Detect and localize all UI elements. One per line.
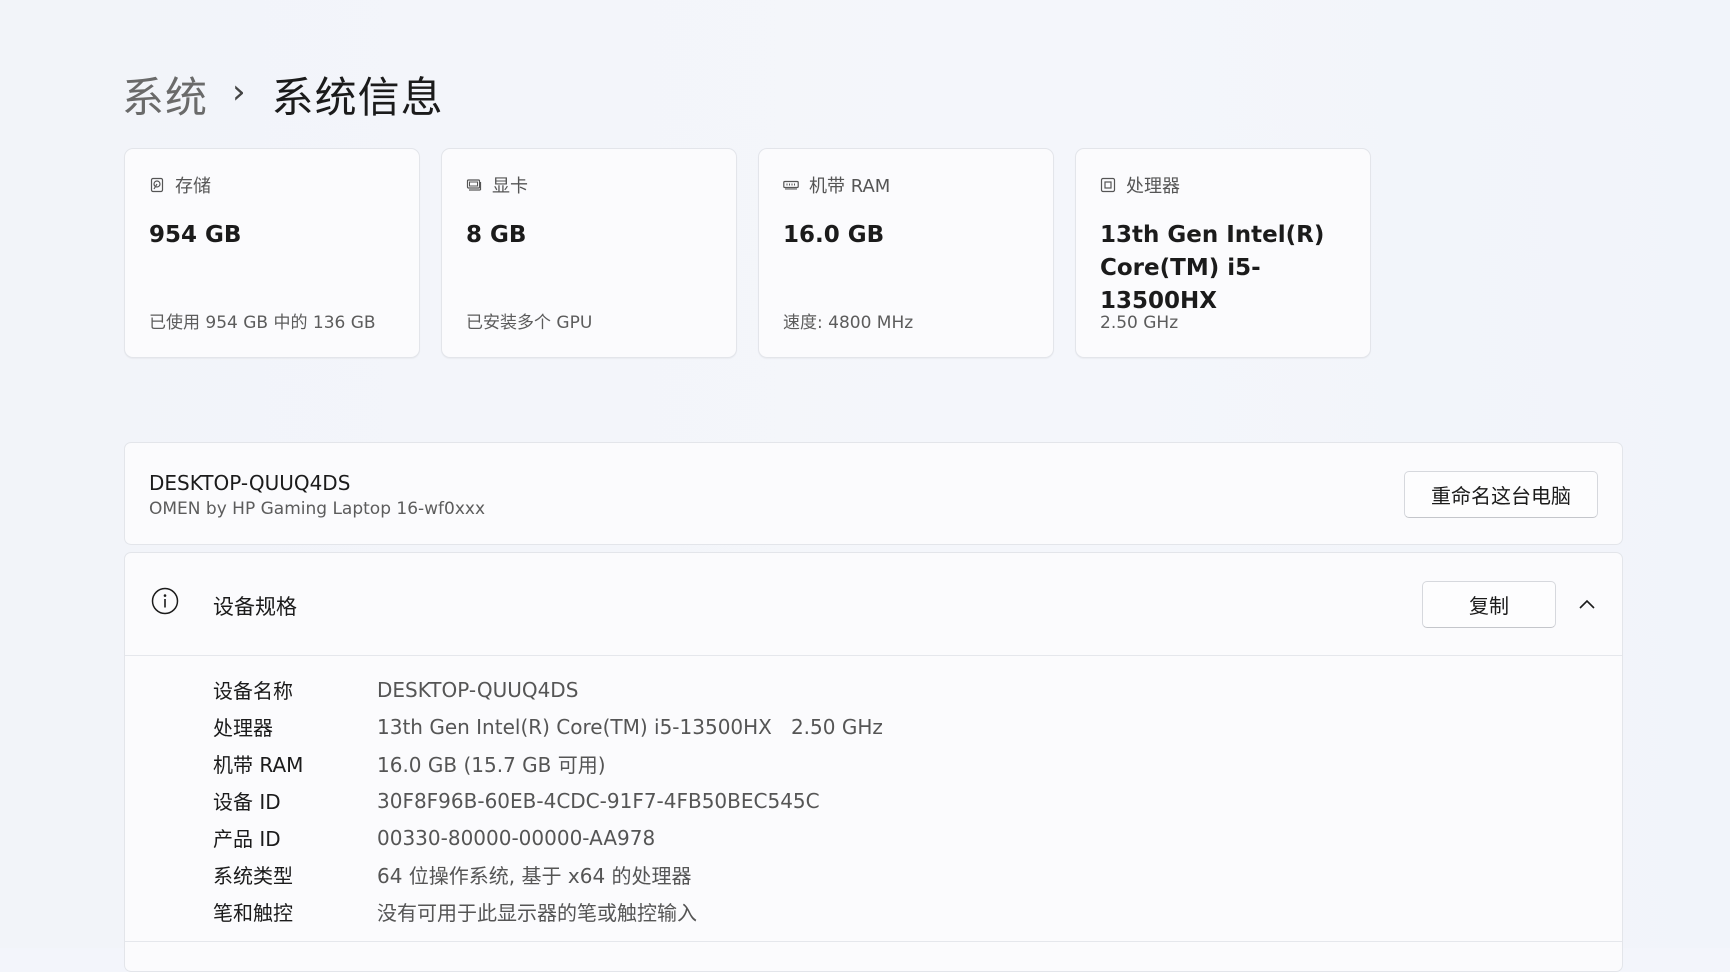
ram-card-title: 机带 RAM (809, 176, 891, 197)
processor-card-title: 处理器 (1126, 176, 1180, 197)
spec-value: 没有可用于此显示器的笔或触控输入 (377, 901, 697, 925)
device-specifications-section: 设备规格 复制 设备名称 DESKTOP-QUUQ4DS 处理器 13th Ge… (124, 552, 1623, 972)
breadcrumb-chevron-icon: › (232, 72, 246, 112)
storage-card-title: 存储 (175, 176, 211, 197)
spec-row-product-id: 产品 ID 00330-80000-00000-AA978 (213, 819, 883, 856)
spec-label: 笔和触控 (213, 901, 293, 925)
spec-value: 00330-80000-00000-AA978 (377, 825, 656, 850)
spec-row-device-name: 设备名称 DESKTOP-QUUQ4DS (213, 671, 883, 708)
breadcrumb-parent[interactable]: 系统 (122, 64, 208, 125)
rename-pc-button[interactable]: 重命名这台电脑 (1404, 471, 1598, 518)
gpu-card: 显卡 8 GB 已安装多个 GPU (441, 148, 737, 358)
ram-card-sub: 速度: 4800 MHz (783, 313, 914, 333)
device-model: OMEN by HP Gaming Laptop 16-wf0xxx (149, 499, 486, 519)
processor-card-value: 13th Gen Intel(R) Core(TM) i5-13500HX (1100, 219, 1346, 318)
spec-value: 16.0 GB (15.7 GB 可用) (377, 753, 606, 777)
page-title: 系统信息 (271, 72, 444, 122)
spec-label: 产品 ID (213, 827, 281, 851)
gpu-card-title: 显卡 (492, 176, 528, 197)
ram-card-header: 机带 RAM (783, 173, 1029, 197)
summary-cards: 存储 954 GB 已使用 954 GB 中的 136 GB 显卡 8 GB 已… (124, 148, 1371, 358)
spec-label: 机带 RAM (213, 753, 304, 777)
settings-page: 系统 › 系统信息 存储 954 GB 已使用 954 GB 中的 136 GB (0, 0, 1730, 972)
storage-card-header: 存储 (149, 173, 395, 197)
spec-value: 64 位操作系统, 基于 x64 的处理器 (377, 864, 692, 888)
storage-card-value: 954 GB (149, 222, 242, 248)
processor-card-value-line1: 13th Gen Intel(R) (1100, 222, 1325, 248)
spec-list: 设备名称 DESKTOP-QUUQ4DS 处理器 13th Gen Intel(… (213, 671, 883, 930)
ram-card: 机带 RAM 16.0 GB 速度: 4800 MHz (758, 148, 1054, 358)
storage-card-sub: 已使用 954 GB 中的 136 GB (149, 313, 376, 333)
gpu-card-value: 8 GB (466, 222, 527, 248)
spec-row-processor: 处理器 13th Gen Intel(R) Core(TM) i5-13500H… (213, 708, 883, 745)
chevron-up-icon[interactable] (1576, 593, 1598, 615)
processor-card-value-line2: Core(TM) i5-13500HX (1100, 255, 1261, 314)
ram-icon (783, 180, 799, 190)
gpu-card-sub: 已安装多个 GPU (466, 313, 593, 333)
spec-row-pen-touch: 笔和触控 没有可用于此显示器的笔或触控输入 (213, 893, 883, 930)
device-specifications-header[interactable]: 设备规格 复制 (125, 553, 1622, 656)
processor-card-sub: 2.50 GHz (1100, 313, 1179, 333)
section-divider (125, 941, 1622, 942)
spec-value: 13th Gen Intel(R) Core(TM) i5-13500HX 2.… (377, 714, 883, 739)
storage-icon (150, 177, 164, 193)
storage-card: 存储 954 GB 已使用 954 GB 中的 136 GB (124, 148, 420, 358)
spec-row-system-type: 系统类型 64 位操作系统, 基于 x64 的处理器 (213, 856, 883, 893)
processor-icon (1100, 177, 1116, 193)
breadcrumb: 系统 › 系统信息 (122, 62, 444, 126)
spec-label: 设备 ID (213, 790, 281, 814)
ram-card-value: 16.0 GB (783, 222, 885, 248)
spec-row-ram: 机带 RAM 16.0 GB (15.7 GB 可用) (213, 745, 883, 782)
spec-label: 设备名称 (213, 679, 293, 703)
spec-value: DESKTOP-QUUQ4DS (377, 677, 579, 702)
spec-label: 处理器 (213, 716, 273, 740)
info-icon (151, 587, 179, 615)
processor-card: 处理器 13th Gen Intel(R) Core(TM) i5-13500H… (1075, 148, 1371, 358)
device-specifications-title: 设备规格 (213, 595, 297, 619)
processor-card-header: 处理器 (1100, 173, 1346, 197)
gpu-card-header: 显卡 (466, 173, 712, 197)
device-name: DESKTOP-QUUQ4DS (149, 471, 351, 495)
device-name-row: DESKTOP-QUUQ4DS OMEN by HP Gaming Laptop… (124, 442, 1623, 545)
spec-value: 30F8F96B-60EB-4CDC-91F7-4FB50BEC545C (377, 788, 820, 813)
copy-button[interactable]: 复制 (1422, 581, 1556, 628)
spec-row-device-id: 设备 ID 30F8F96B-60EB-4CDC-91F7-4FB50BEC54… (213, 782, 883, 819)
gpu-icon (466, 179, 482, 191)
spec-label: 系统类型 (213, 864, 293, 888)
